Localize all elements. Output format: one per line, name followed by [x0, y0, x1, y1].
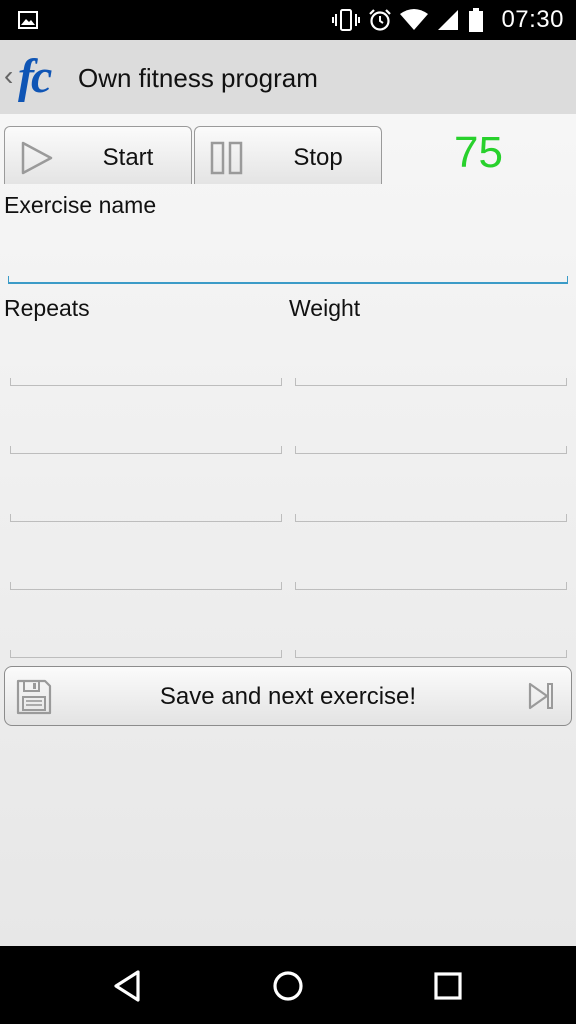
repeats-input-3[interactable] [10, 482, 282, 522]
stop-button-label: Stop [293, 144, 343, 171]
alarm-icon [369, 9, 391, 31]
pause-icon [210, 141, 243, 175]
back-icon[interactable] [106, 964, 150, 1008]
battery-icon [469, 8, 483, 32]
status-icons [332, 8, 484, 32]
app-logo[interactable]: fc [18, 50, 72, 104]
save-next-button[interactable]: Save and next exercise! [4, 666, 572, 726]
weight-input-3[interactable] [295, 482, 567, 522]
up-navigation-icon[interactable]: ‹ [4, 62, 13, 90]
vibrate-icon [332, 9, 360, 31]
repeats-input-2[interactable] [10, 414, 282, 454]
start-button-label: Start [102, 144, 154, 171]
weight-input-1[interactable] [295, 346, 567, 386]
weight-input-4[interactable] [295, 550, 567, 590]
start-button[interactable]: Start [4, 126, 192, 184]
page-title: Own fitness program [78, 63, 318, 93]
repeats-input-4[interactable] [10, 550, 282, 590]
navigation-bar [0, 946, 576, 1024]
weight-input-5[interactable] [295, 618, 567, 658]
timer-display: 75 [454, 128, 503, 177]
status-time: 07:30 [501, 6, 564, 33]
action-bar: ‹ fc Own fitness program [0, 40, 576, 114]
repeats-input-5[interactable] [10, 618, 282, 658]
signal-icon [438, 10, 458, 30]
exercise-name-label: Exercise name [4, 192, 157, 218]
skip-next-icon [528, 682, 553, 710]
image-notification-icon [18, 11, 38, 29]
recents-icon[interactable] [426, 964, 470, 1008]
exercise-name-input[interactable] [8, 242, 568, 282]
stop-button[interactable]: Stop [194, 126, 382, 184]
floppy-disk-icon [16, 679, 52, 715]
repeats-input-1[interactable] [10, 346, 282, 386]
home-icon[interactable] [266, 964, 310, 1008]
save-next-button-label: Save and next exercise! [159, 683, 417, 710]
weight-input-2[interactable] [295, 414, 567, 454]
wifi-icon [400, 9, 428, 30]
content-area: Start Stop 75 Exercise name Repeats Weig… [0, 114, 576, 946]
status-bar: 07:30 [0, 0, 576, 40]
weight-label: Weight [289, 295, 361, 321]
play-icon [21, 141, 53, 175]
repeats-label: Repeats [4, 295, 90, 321]
